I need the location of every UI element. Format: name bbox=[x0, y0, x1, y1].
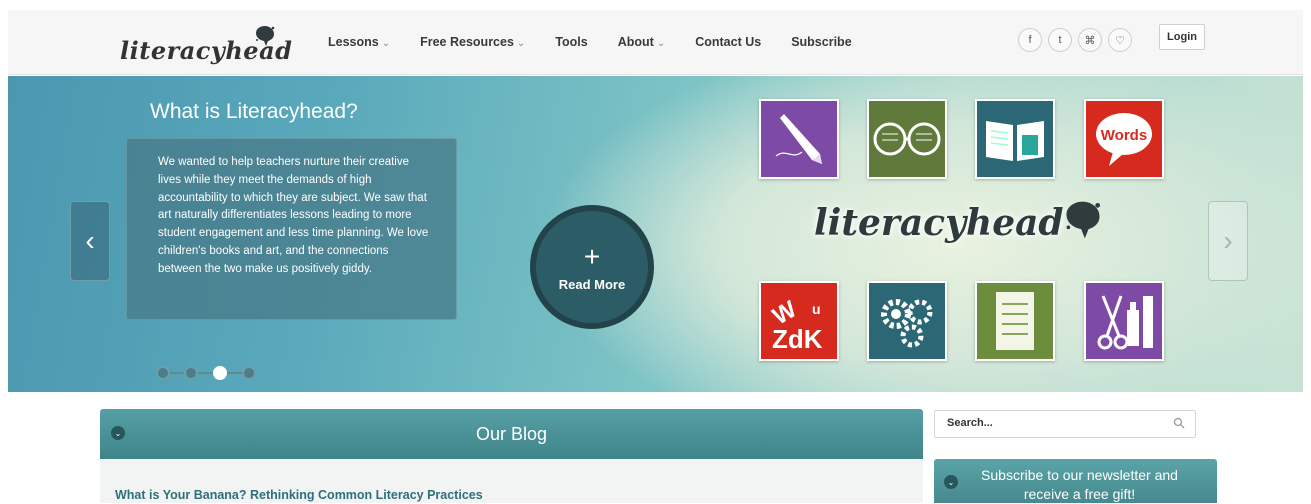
facebook-icon[interactable]: f bbox=[1018, 28, 1042, 52]
nav-lessons[interactable]: Lessons ⌄ bbox=[328, 35, 390, 49]
chevron-down-icon: ⌄ bbox=[516, 38, 526, 49]
newsletter-panel: ⌄ Subscribe to our newsletter and receiv… bbox=[934, 459, 1217, 503]
pagination-track bbox=[162, 372, 248, 374]
ink-blot-icon bbox=[256, 26, 275, 46]
plus-icon: + bbox=[583, 240, 601, 272]
twitter-icon[interactable]: t bbox=[1048, 28, 1072, 52]
pinterest-icon[interactable]: ♡ bbox=[1108, 28, 1132, 52]
slider-pagination bbox=[156, 366, 256, 380]
rss-icon[interactable]: ⌘ bbox=[1078, 28, 1102, 52]
main-nav: Lessons ⌄ Free Resources ⌄ Tools About ⌄ Co… bbox=[328, 35, 882, 49]
nav-about[interactable]: About ⌄ bbox=[618, 35, 666, 49]
words-bubble-icon: Words bbox=[1084, 99, 1164, 179]
glasses-icon bbox=[867, 99, 947, 179]
chevron-down-icon[interactable]: ⌄ bbox=[944, 475, 958, 489]
slide-dot-2[interactable] bbox=[184, 366, 198, 380]
slide-title: What is Literacyhead? bbox=[150, 100, 358, 123]
nav-contact-us[interactable]: Contact Us bbox=[695, 35, 761, 49]
chevron-down-icon: ⌄ bbox=[656, 38, 666, 49]
nav-subscribe[interactable]: Subscribe bbox=[791, 35, 851, 49]
nav-tools[interactable]: Tools bbox=[555, 35, 587, 49]
gears-icon bbox=[867, 281, 947, 361]
search-box bbox=[934, 410, 1196, 438]
pencil-icon bbox=[759, 99, 839, 179]
slide-dot-3[interactable] bbox=[213, 366, 227, 380]
blog-title: Our Blog bbox=[475, 424, 548, 444]
login-button[interactable]: Login bbox=[1159, 24, 1205, 50]
slider-next-button[interactable]: › bbox=[1208, 201, 1248, 281]
read-more-button[interactable]: + Read More bbox=[530, 205, 654, 329]
slide-dot-1[interactable] bbox=[156, 366, 170, 380]
slide-dot-4[interactable] bbox=[242, 366, 256, 380]
search-input[interactable] bbox=[947, 417, 1157, 429]
blog-header: ⌄ Our Blog bbox=[100, 409, 923, 459]
chevron-down-icon: ⌄ bbox=[381, 38, 391, 49]
letters-icon: W ZdK u bbox=[759, 281, 839, 361]
ink-blot-icon bbox=[1066, 201, 1101, 239]
open-book-icon bbox=[975, 99, 1055, 179]
words-label: Words bbox=[1101, 127, 1147, 144]
brand-logo: literacyhead bbox=[814, 202, 1064, 244]
read-more-label: Read More bbox=[558, 276, 626, 292]
hero-slider: What is Literacyhead? We wanted to help … bbox=[8, 76, 1303, 392]
post-title-link[interactable]: What is Your Banana? Rethinking Common L… bbox=[115, 488, 483, 502]
newsletter-text: Subscribe to our newsletter and receive … bbox=[981, 467, 1178, 502]
search-icon[interactable] bbox=[1173, 417, 1185, 429]
nav-free-resources[interactable]: Free Resources ⌄ bbox=[420, 35, 525, 49]
checklist-icon bbox=[975, 281, 1055, 361]
social-links: f t ⌘ ♡ bbox=[1018, 28, 1132, 52]
slide-description: We wanted to help teachers nurture their… bbox=[126, 138, 457, 320]
svg-text:u: u bbox=[812, 301, 821, 317]
blog-body: What is Your Banana? Rethinking Common L… bbox=[100, 459, 923, 503]
site-header: literacyhead Lessons ⌄ Free Resources ⌄ To… bbox=[8, 10, 1303, 75]
letters-label: ZdK bbox=[772, 324, 823, 354]
slider-prev-button[interactable]: ‹ bbox=[70, 201, 110, 281]
scissors-glue-icon bbox=[1084, 281, 1164, 361]
